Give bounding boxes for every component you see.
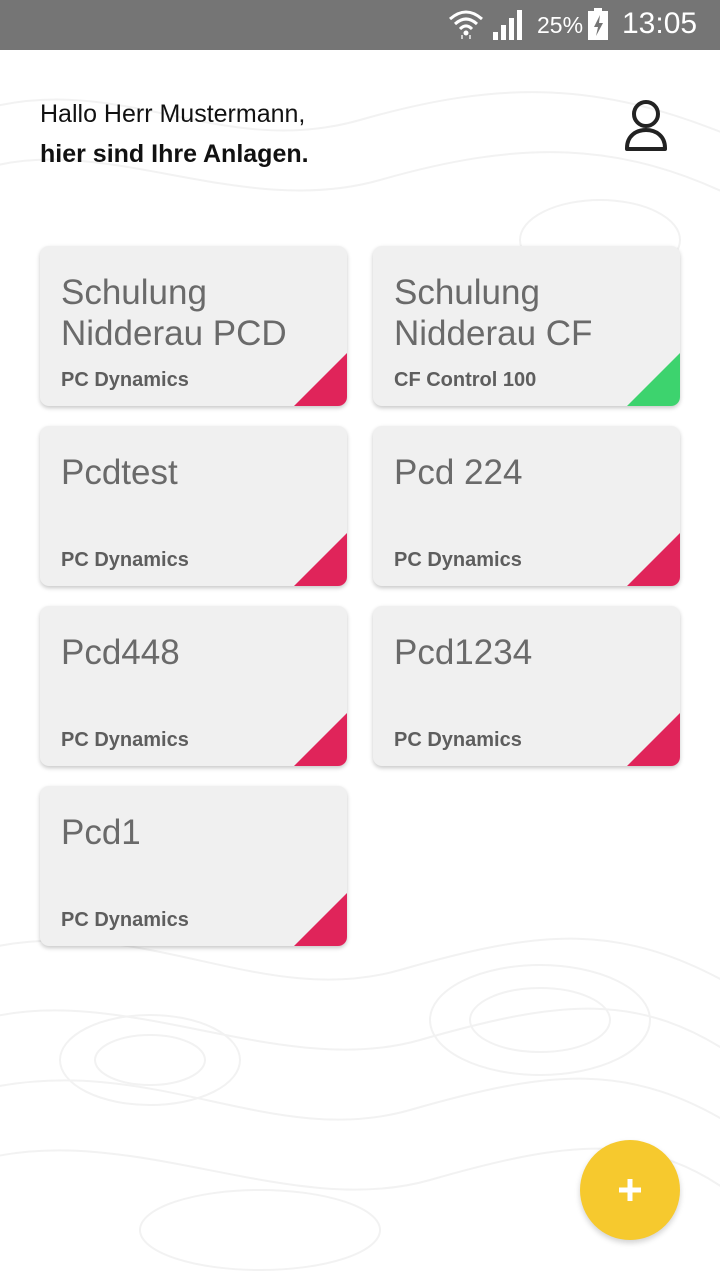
greeting-line-2: hier sind Ihre Anlagen. bbox=[40, 140, 309, 168]
status-bar: 25% 13:05 bbox=[0, 0, 720, 50]
plant-type: PC Dynamics bbox=[394, 729, 522, 751]
plant-card[interactable]: Pcd 224 PC Dynamics bbox=[373, 426, 680, 586]
profile-button[interactable] bbox=[619, 98, 673, 156]
plus-icon bbox=[619, 1179, 641, 1201]
plant-card[interactable]: Pcd1234 PC Dynamics bbox=[373, 606, 680, 766]
plant-type: PC Dynamics bbox=[61, 549, 189, 571]
plant-card[interactable]: Pcd448 PC Dynamics bbox=[40, 606, 347, 766]
plant-card[interactable]: Pcd1 PC Dynamics bbox=[40, 786, 347, 946]
status-error-indicator bbox=[294, 893, 347, 946]
clock: 13:05 bbox=[622, 7, 698, 40]
plant-name: Schulung Nidderau PCD bbox=[61, 273, 287, 353]
battery-percent: 25% bbox=[537, 12, 584, 38]
plant-name: Pcd1 bbox=[61, 813, 141, 852]
add-plant-button[interactable] bbox=[580, 1140, 680, 1240]
plant-type: CF Control 100 bbox=[394, 369, 537, 391]
user-icon bbox=[625, 100, 667, 151]
greeting: Hallo Herr Mustermann, hier sind Ihre An… bbox=[40, 94, 309, 174]
plant-name: Pcd448 bbox=[61, 633, 180, 672]
plant-type: PC Dynamics bbox=[61, 369, 189, 391]
status-error-indicator bbox=[627, 713, 680, 766]
plant-name: Pcd1234 bbox=[394, 633, 533, 672]
plant-name: Schulung Nidderau CF bbox=[394, 273, 593, 353]
status-ok-indicator bbox=[627, 353, 680, 406]
plant-card[interactable]: Schulung Nidderau PCD PC Dynamics bbox=[40, 246, 347, 406]
battery-charging-icon bbox=[587, 8, 609, 45]
plant-name: Pcd 224 bbox=[394, 453, 523, 492]
status-error-indicator bbox=[294, 713, 347, 766]
wifi-icon bbox=[448, 7, 484, 46]
status-error-indicator bbox=[294, 533, 347, 586]
plant-name: Pcdtest bbox=[61, 453, 178, 492]
status-error-indicator bbox=[294, 353, 347, 406]
plant-type: PC Dynamics bbox=[61, 909, 189, 931]
plant-card[interactable]: Schulung Nidderau CF CF Control 100 bbox=[373, 246, 680, 406]
plant-card[interactable]: Pcdtest PC Dynamics bbox=[40, 426, 347, 586]
plant-type: PC Dynamics bbox=[394, 549, 522, 571]
plant-type: PC Dynamics bbox=[61, 729, 189, 751]
signal-icon bbox=[492, 8, 526, 45]
status-error-indicator bbox=[627, 533, 680, 586]
greeting-line-1: Hallo Herr Mustermann, bbox=[40, 100, 306, 128]
